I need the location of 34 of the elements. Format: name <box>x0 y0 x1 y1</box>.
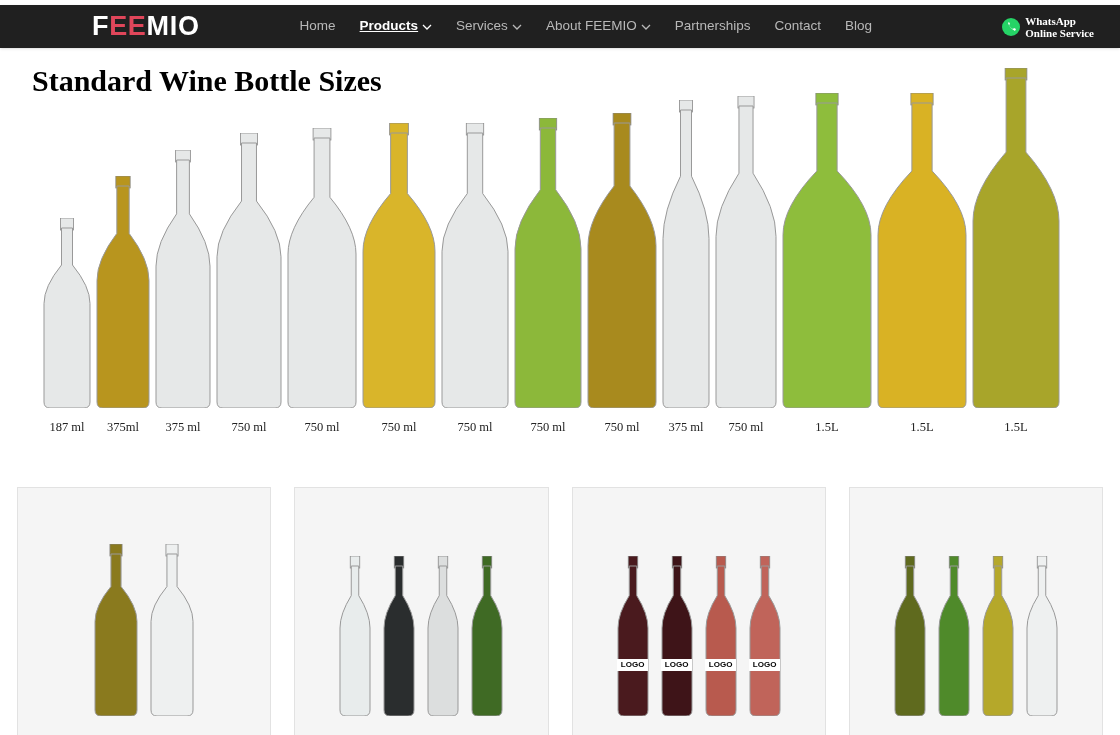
bottle-size-label: 375 ml <box>165 419 201 436</box>
bottle-size-label: 187 ml <box>49 419 85 436</box>
bottle-size-label: 750 ml <box>231 419 267 436</box>
nav-link[interactable]: Blog <box>845 16 873 37</box>
nav-link[interactable]: Home <box>299 16 336 37</box>
logo-label: LOGO <box>748 659 781 672</box>
nav-link[interactable]: Products <box>359 16 433 37</box>
logo-label: LOGO <box>660 659 693 672</box>
bottle-size-label: 375ml <box>107 419 139 436</box>
nav-link[interactable]: Partnerships <box>674 16 751 37</box>
nav-link[interactable]: About FEEMIO <box>545 16 651 37</box>
bottle-size-label: 750 ml <box>381 419 417 436</box>
product-card[interactable] <box>294 487 549 735</box>
product-card[interactable] <box>848 487 1103 735</box>
bottle-size-label: 750 ml <box>604 419 640 436</box>
logo[interactable]: FEEMIO <box>92 6 200 47</box>
whatsapp-text: WhatsApp <box>1025 14 1077 27</box>
bottle-size-label: 1.5L <box>815 419 839 436</box>
whatsapp-text: Online Service <box>1025 26 1094 39</box>
product-card[interactable]: LOGO LOGO LOGO LOGO <box>571 487 826 735</box>
bottle-size-label: 1.5L <box>910 419 934 436</box>
chart-title: Standard Wine Bottle Sizes <box>32 63 383 99</box>
bottle-size-label: 750 ml <box>530 419 566 436</box>
bottle-size-label: 1.5L <box>1004 419 1028 436</box>
nav-link[interactable]: Contact <box>774 16 821 37</box>
chat-phone-icon <box>1001 16 1022 37</box>
whatsapp-link[interactable]: WhatsApp Online Service <box>1001 14 1094 39</box>
bottle-size-label: 750 ml <box>304 419 340 436</box>
logo-label: LOGO <box>616 659 649 672</box>
nav-link[interactable]: Services <box>456 16 522 37</box>
bottle-size-label: 375 ml <box>668 419 704 436</box>
bottle-size-label: 750 ml <box>457 419 493 436</box>
bottle-size-label: 750 ml <box>728 419 764 436</box>
logo-label: LOGO <box>704 659 737 672</box>
